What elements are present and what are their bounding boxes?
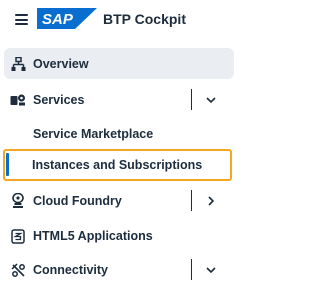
nav-subitem-label: Instances and Subscriptions [32,158,203,172]
nav-subitem-label: Service Marketplace [33,127,154,141]
chevron-down-icon[interactable] [204,93,218,107]
nav-item-label: HTML5 Applications [33,229,153,243]
nav-item-overview[interactable]: Overview [4,48,234,79]
sitemap-icon [10,56,26,72]
services-icon [10,92,26,108]
app-header: SAP BTP Cockpit [0,0,246,40]
nav-subitem-instances-and-subscriptions[interactable]: Instances and Subscriptions [3,149,232,181]
nav-item-connectivity[interactable]: Connectivity [4,254,234,285]
html5-icon [10,228,26,244]
nav-item-label: Overview [33,57,89,71]
nav-item-label: Services [33,93,85,107]
separator [191,89,192,110]
active-indicator [6,153,9,176]
nav-subitem-service-marketplace[interactable]: Service Marketplace [4,118,234,149]
nav-item-services[interactable]: Services [4,84,234,115]
separator [191,259,192,280]
connectivity-icon [10,262,26,278]
separator [191,190,192,211]
hamburger-menu-icon[interactable] [15,14,28,25]
svg-text:SAP: SAP [42,11,74,28]
cloud-foundry-icon [10,193,26,209]
nav-item-label: Connectivity [33,263,109,277]
app-title: BTP Cockpit [103,11,186,27]
nav-item-html5-applications[interactable]: HTML5 Applications [4,220,234,251]
chevron-right-icon[interactable] [204,194,218,208]
nav-item-label: Cloud Foundry [33,194,122,208]
nav-item-cloud-foundry[interactable]: Cloud Foundry [4,185,234,216]
sap-logo: SAP [37,8,97,29]
chevron-down-icon[interactable] [204,263,218,277]
